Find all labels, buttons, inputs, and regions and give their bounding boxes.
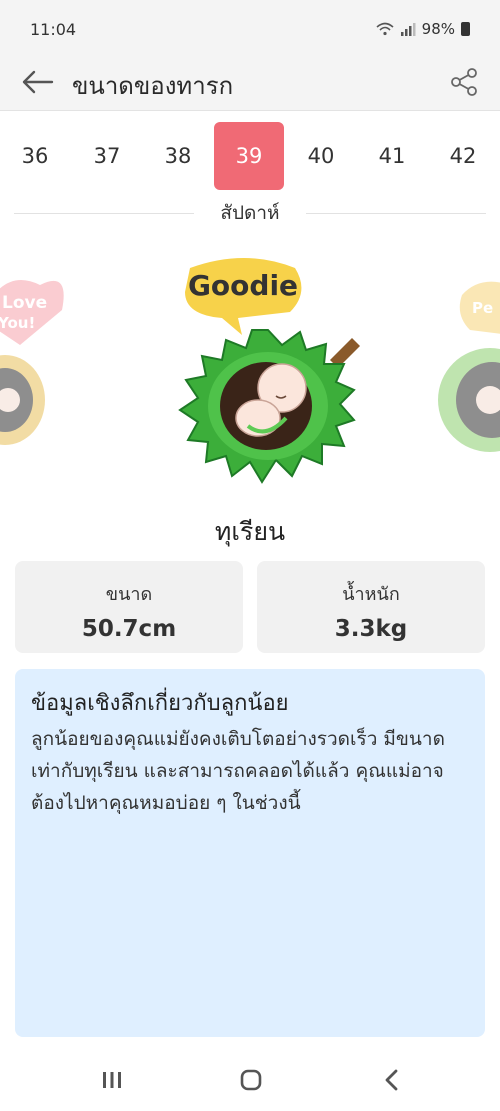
weight-card: น้ำหนัก 3.3kg — [257, 561, 485, 653]
right-sticker-image: Pe — [438, 281, 500, 452]
svg-text:You!: You! — [0, 314, 35, 332]
status-bar: 11:04 98% — [0, 0, 500, 56]
week-item-36[interactable]: 36 — [0, 122, 70, 190]
week-item-38[interactable]: 38 — [143, 122, 213, 190]
left-sticker-text: Love — [2, 293, 47, 313]
week-selector: 36 37 38 39 40 41 42 — [0, 120, 500, 192]
app-bar: ขนาดของทารก — [0, 56, 500, 111]
back-nav-icon[interactable] — [372, 1062, 412, 1098]
week-caption: สัปดาห์ — [220, 202, 280, 224]
weight-label: น้ำหนัก — [342, 584, 400, 605]
fruit-carousel[interactable]: Love You! Pe Goodie — [0, 250, 500, 500]
recent-apps-icon[interactable] — [92, 1062, 132, 1098]
home-icon[interactable] — [231, 1062, 271, 1098]
week-item-40[interactable]: 40 — [286, 122, 356, 190]
signal-icon — [400, 23, 416, 36]
status-time: 11:04 — [30, 20, 77, 39]
fruit-name: ทุเรียน — [214, 517, 286, 546]
status-icons: 98% — [376, 20, 470, 38]
wifi-icon — [376, 22, 394, 36]
right-sticker-text: Pe — [472, 299, 493, 317]
size-label: ขนาด — [105, 584, 153, 605]
size-value: 50.7cm — [81, 616, 177, 642]
size-card: ขนาด 50.7cm — [15, 561, 243, 653]
battery-icon — [461, 22, 470, 36]
week-item-37[interactable]: 37 — [72, 122, 142, 190]
insight-panel: ข้อมูลเชิงลึกเกี่ยวกับลูกน้อย ลูกน้อยของ… — [15, 669, 485, 1037]
battery-percent: 98% — [421, 20, 455, 38]
insight-body: ลูกน้อยของคุณแม่ยังคงเติบโตอย่างรวดเร็ว … — [31, 728, 445, 814]
system-nav-bar — [0, 1048, 500, 1111]
weight-value: 3.3kg — [334, 616, 408, 642]
week-item-42[interactable]: 42 — [428, 122, 498, 190]
left-sticker-image: Love You! — [0, 280, 64, 445]
share-icon[interactable] — [446, 64, 482, 100]
insight-title: ข้อมูลเชิงลึกเกี่ยวกับลูกน้อย — [31, 691, 289, 716]
durian-icon — [178, 329, 356, 484]
bubble-text: Goodie — [188, 269, 298, 302]
week-item-41[interactable]: 41 — [357, 122, 427, 190]
week-item-39-selected[interactable]: 39 — [214, 122, 284, 190]
page-title: ขนาดของทารก — [72, 72, 234, 100]
fruit-illustration: Love You! Pe Goodie — [0, 258, 500, 484]
back-arrow-icon[interactable] — [18, 62, 58, 102]
